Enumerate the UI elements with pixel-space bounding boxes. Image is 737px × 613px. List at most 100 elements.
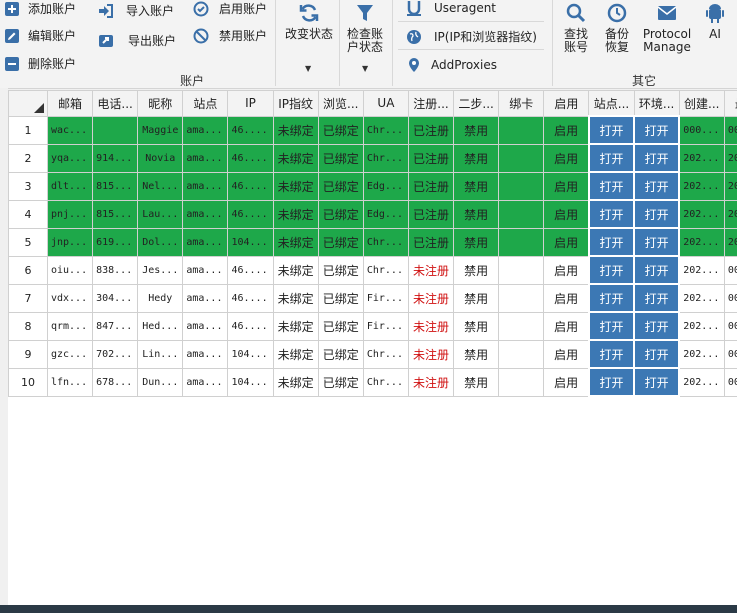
ip-cell[interactable]: 104... (227, 339, 274, 369)
open-env-button[interactable]: 打开 (633, 143, 681, 173)
two-step-cell[interactable]: 禁用 (453, 143, 500, 173)
column-header[interactable]: UA (362, 90, 409, 117)
ua-cell[interactable]: Fir... (362, 283, 409, 313)
ip-fingerprint-cell[interactable]: 未绑定 (272, 199, 319, 229)
ip-fingerprint-cell[interactable]: 未绑定 (272, 367, 319, 397)
table-row[interactable]: 6 oiu... 838... Jes... ama... 46.... 未绑定 已绑定 Chr… (8, 255, 737, 285)
browser-cell[interactable]: 已绑定 (317, 115, 364, 145)
find-account-button[interactable]: 查找账号 (559, 2, 593, 54)
two-step-cell[interactable]: 禁用 (453, 199, 500, 229)
ua-cell[interactable]: Edg... (362, 199, 409, 229)
last-cell[interactable]: 202.. (723, 227, 737, 257)
two-step-cell[interactable]: 禁用 (453, 367, 500, 397)
email-cell[interactable]: qrm... (46, 311, 94, 341)
created-cell[interactable]: 202... (678, 143, 725, 173)
ua-cell[interactable]: Chr... (362, 255, 409, 285)
browser-cell[interactable]: 已绑定 (317, 283, 364, 313)
nickname-cell[interactable]: Novia (137, 143, 184, 173)
table-row[interactable]: 5 jnp... 619... Dol... ama... 104... 未绑定 已绑定 Chr… (8, 227, 737, 257)
enabled-cell[interactable]: 启用 (543, 255, 590, 285)
table-row[interactable]: 8 qrm... 847... Hed... ama... 46.... 未绑定 已绑定 Fir… (8, 311, 737, 341)
open-site-button[interactable]: 打开 (587, 171, 636, 201)
open-env-button[interactable]: 打开 (633, 255, 681, 285)
column-header[interactable]: 创建... (678, 90, 725, 117)
backup-restore-button[interactable]: 备份恢复 (600, 2, 634, 54)
bind-card-cell[interactable] (498, 143, 545, 173)
enable-account-button[interactable]: 启用账户 (193, 0, 267, 17)
ip-cell[interactable]: 104... (227, 227, 274, 257)
created-cell[interactable]: 202... (678, 171, 725, 201)
ip-fingerprint-cell[interactable]: 未绑定 (272, 339, 319, 369)
column-header[interactable]: IP指纹 (272, 90, 319, 117)
nickname-cell[interactable]: Lin... (137, 339, 184, 369)
created-cell[interactable]: 202... (678, 283, 725, 313)
registration-cell[interactable]: 未注册 (407, 339, 455, 369)
column-header[interactable]: 启用 (543, 90, 590, 117)
ua-cell[interactable]: Chr... (362, 367, 409, 397)
column-header[interactable]: 绑卡 (498, 90, 545, 117)
bind-card-cell[interactable] (498, 199, 545, 229)
enabled-cell[interactable]: 启用 (543, 283, 590, 313)
useragent-button[interactable]: Useragent (406, 0, 496, 16)
phone-cell[interactable]: 619... (92, 227, 139, 257)
browser-cell[interactable]: 已绑定 (317, 339, 364, 369)
registration-cell[interactable]: 已注册 (407, 171, 455, 201)
browser-cell[interactable]: 已绑定 (317, 199, 364, 229)
enabled-cell[interactable]: 启用 (543, 311, 590, 341)
bind-card-cell[interactable] (498, 115, 545, 145)
ip-fingerprint-cell[interactable]: 未绑定 (272, 143, 319, 173)
two-step-cell[interactable]: 禁用 (453, 283, 500, 313)
ip-fingerprint-cell[interactable]: 未绑定 (272, 227, 319, 257)
nickname-cell[interactable]: Hed... (137, 311, 184, 341)
ip-cell[interactable]: 46.... (227, 143, 274, 173)
enabled-cell[interactable]: 启用 (543, 171, 590, 201)
open-env-button[interactable]: 打开 (633, 227, 681, 257)
bind-card-cell[interactable] (498, 367, 545, 397)
ip-fingerprint-cell[interactable]: 未绑定 (272, 283, 319, 313)
last-cell[interactable]: 202.. (723, 171, 737, 201)
open-site-button[interactable]: 打开 (587, 227, 636, 257)
nickname-cell[interactable]: Nel... (137, 171, 184, 201)
open-env-button[interactable]: 打开 (633, 367, 681, 397)
created-cell[interactable]: 202... (678, 199, 725, 229)
disable-account-button[interactable]: 禁用账户 (193, 27, 267, 44)
open-env-button[interactable]: 打开 (633, 339, 681, 369)
ip-cell[interactable]: 104... (227, 367, 274, 397)
column-header[interactable]: 昵称 (137, 90, 184, 117)
site-cell[interactable]: ama... (182, 255, 229, 285)
ip-fingerprint-cell[interactable]: 未绑定 (272, 171, 319, 201)
email-cell[interactable]: oiu... (46, 255, 94, 285)
phone-cell[interactable]: 815... (92, 171, 139, 201)
bind-card-cell[interactable] (498, 171, 545, 201)
column-header[interactable]: 浏览... (317, 90, 364, 117)
column-header[interactable]: 注册... (407, 90, 455, 117)
created-cell[interactable]: 202... (678, 255, 725, 285)
open-env-button[interactable]: 打开 (633, 283, 681, 313)
created-cell[interactable]: 000... (678, 115, 725, 145)
open-site-button[interactable]: 打开 (587, 255, 636, 285)
last-cell[interactable]: 202.. (723, 143, 737, 173)
change-status-button[interactable]: 改变状态 (281, 2, 337, 41)
column-header[interactable]: 环境... (633, 90, 680, 117)
site-cell[interactable]: ama... (182, 227, 229, 257)
ua-cell[interactable]: Chr... (362, 115, 409, 145)
ip-fingerprint-button[interactable]: IP(IP和浏览器指纹) (406, 28, 537, 45)
edit-account-button[interactable]: 编辑账户 (4, 27, 76, 44)
email-cell[interactable]: lfn... (46, 367, 94, 397)
open-site-button[interactable]: 打开 (587, 311, 636, 341)
ua-cell[interactable]: Edg... (362, 171, 409, 201)
two-step-cell[interactable]: 禁用 (453, 311, 500, 341)
nickname-cell[interactable]: Dol... (137, 227, 184, 257)
enabled-cell[interactable]: 启用 (543, 143, 590, 173)
column-header[interactable]: 二步... (453, 90, 500, 117)
open-env-button[interactable]: 打开 (633, 171, 681, 201)
site-cell[interactable]: ama... (182, 367, 229, 397)
enabled-cell[interactable]: 启用 (543, 227, 590, 257)
bind-card-cell[interactable] (498, 339, 545, 369)
last-cell[interactable]: 000.. (723, 311, 737, 341)
two-step-cell[interactable]: 禁用 (453, 171, 500, 201)
phone-cell[interactable]: 702... (92, 339, 139, 369)
site-cell[interactable]: ama... (182, 283, 229, 313)
ip-cell[interactable]: 46.... (227, 199, 274, 229)
nickname-cell[interactable]: Maggie (137, 115, 184, 145)
